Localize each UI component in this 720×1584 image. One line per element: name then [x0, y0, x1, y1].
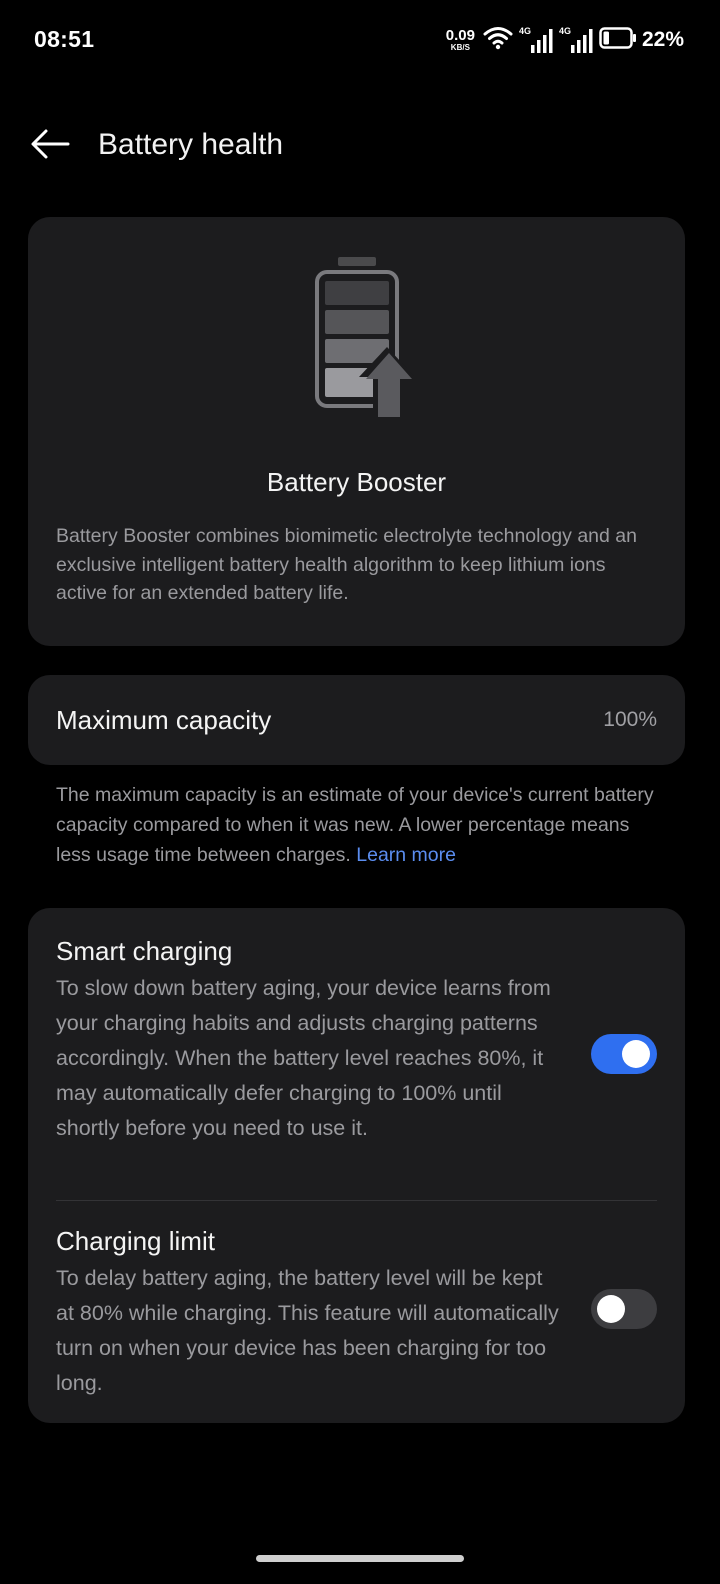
- battery-icon: [599, 26, 637, 54]
- charging-limit-description: To delay battery aging, the battery leve…: [56, 1266, 559, 1395]
- booster-description: Battery Booster combines biomimetic elec…: [56, 525, 637, 604]
- capacity-note-text: The maximum capacity is an estimate of y…: [56, 784, 654, 866]
- charging-limit-toggle[interactable]: [591, 1289, 657, 1329]
- network-speed-value: 0.09: [445, 27, 475, 44]
- sim1-signal-icon: 4G: [519, 27, 553, 53]
- sim2-signal-icon: 4G: [559, 27, 593, 53]
- toggle-knob: [622, 1040, 650, 1068]
- charging-limit-row[interactable]: Charging limit To delay battery aging, t…: [56, 1223, 657, 1403]
- network-speed-unit: KB/S: [450, 43, 470, 52]
- smart-charging-toggle[interactable]: [591, 1034, 657, 1074]
- learn-more-link[interactable]: Learn more: [356, 844, 456, 866]
- battery-booster-card: Battery Booster Battery Booster combines…: [28, 217, 685, 646]
- divider: [56, 1200, 657, 1201]
- maximum-capacity-label: Maximum capacity: [56, 705, 272, 735]
- status-bar: 08:51 0.09 KB/S 4G 4G 22%: [0, 0, 720, 80]
- arrow-left-icon: [30, 128, 70, 165]
- smart-charging-description: To slow down battery aging, your device …: [56, 976, 551, 1140]
- charging-settings-card: Smart charging To slow down battery agin…: [28, 908, 685, 1423]
- charging-limit-title: Charging limit: [56, 1226, 215, 1256]
- home-indicator[interactable]: [256, 1555, 464, 1562]
- status-icons: 0.09 KB/S 4G 4G 22%: [446, 24, 684, 56]
- capacity-note: The maximum capacity is an estimate of y…: [56, 780, 660, 870]
- maximum-capacity-value: 100%: [603, 708, 657, 731]
- toggle-knob: [597, 1295, 625, 1323]
- booster-title: Battery Booster: [266, 467, 447, 497]
- sim1-network-type: 4G: [518, 26, 531, 36]
- network-speed: 0.09 KB/S: [446, 28, 475, 52]
- maximum-capacity-row: Maximum capacity 100%: [28, 675, 685, 765]
- status-time: 08:51: [34, 26, 95, 52]
- battery-booster-icon: [297, 257, 417, 422]
- battery-status: 22%: [599, 26, 684, 54]
- battery-percent: 22%: [641, 28, 684, 51]
- back-button[interactable]: [24, 120, 76, 172]
- page-title: Battery health: [98, 128, 284, 161]
- app-header: Battery health: [0, 110, 720, 182]
- smart-charging-title: Smart charging: [56, 936, 233, 966]
- wifi-icon: [483, 26, 513, 55]
- sim2-network-type: 4G: [558, 26, 571, 36]
- smart-charging-row[interactable]: Smart charging To slow down battery agin…: [56, 933, 657, 1198]
